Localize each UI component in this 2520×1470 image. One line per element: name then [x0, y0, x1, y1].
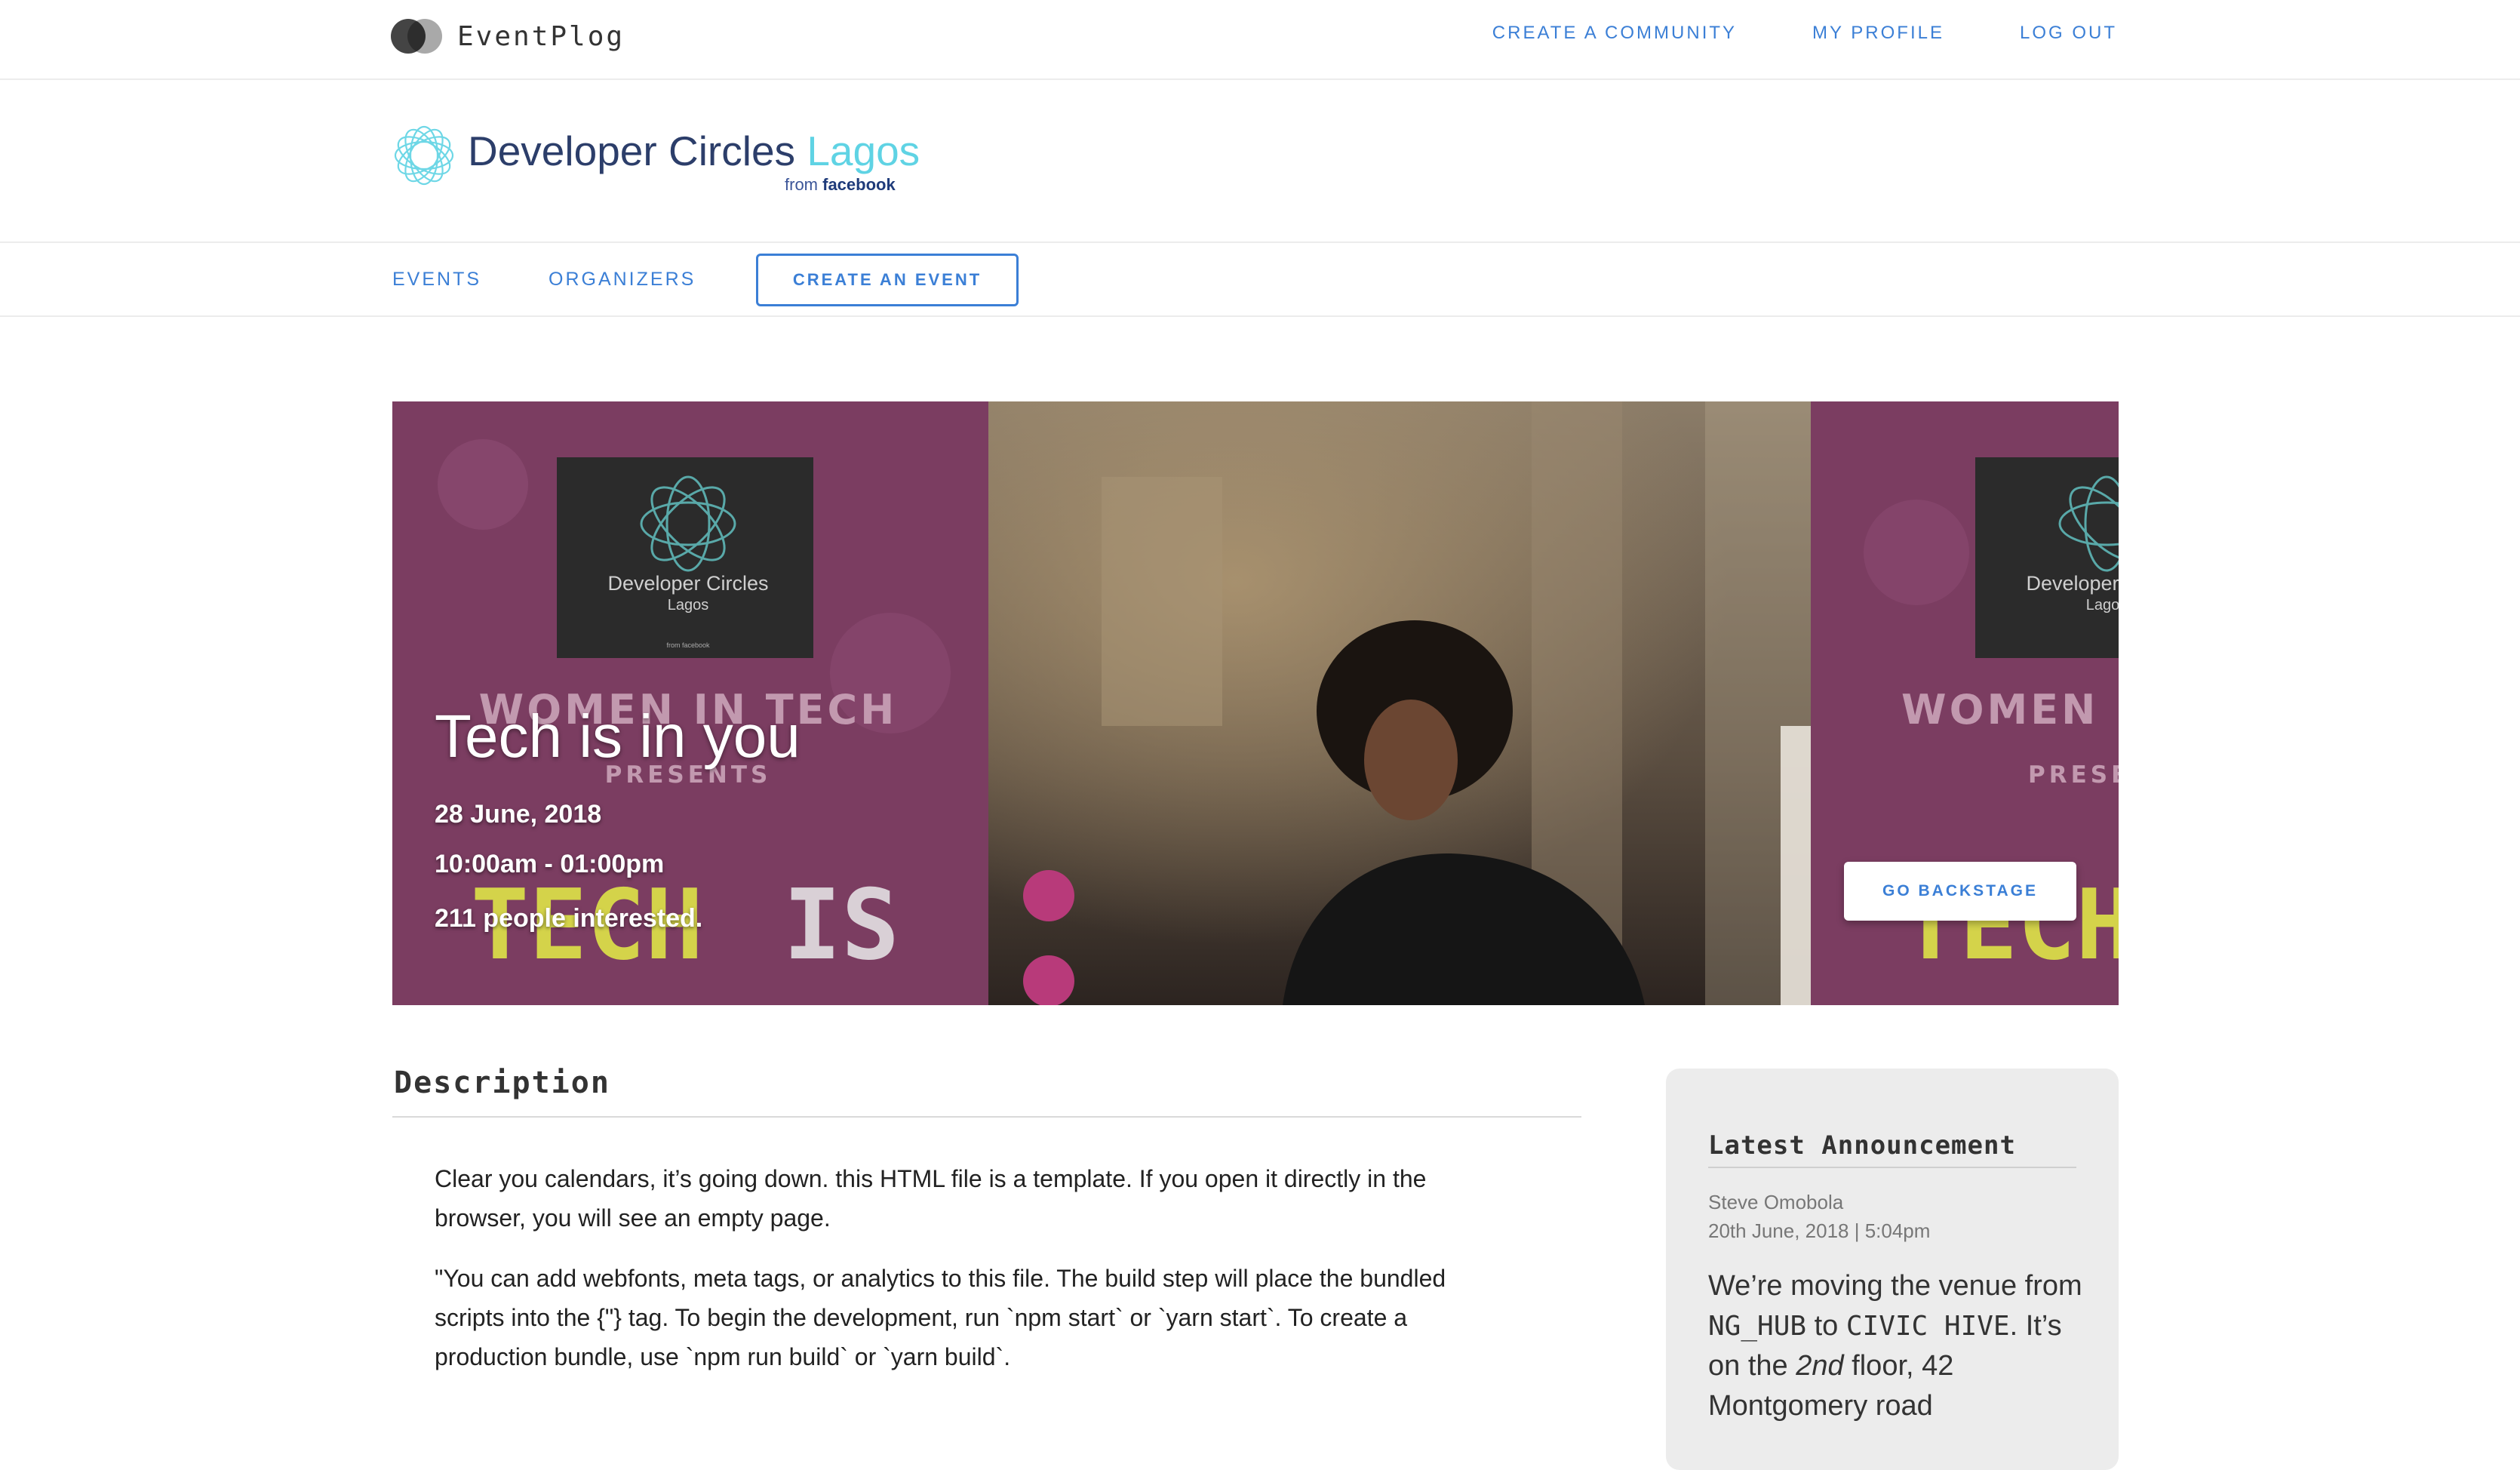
event-title: Tech is in you [435, 703, 801, 770]
create-community-link[interactable]: CREATE A COMMUNITY [1492, 23, 1737, 44]
poster-logo-from: from facebook [666, 641, 710, 649]
top-bar: EventPlog CREATE A COMMUNITY MY PROFILE … [0, 0, 2520, 80]
message-emphasis: 2nd [1796, 1350, 1844, 1382]
announcement-date: 20th June, 2018 | 5:04pm [1708, 1219, 1931, 1242]
app-name: EventPlog [457, 20, 625, 52]
interested-count: 211 people interested. [435, 904, 703, 933]
poster-tagline-b: IS [783, 869, 899, 982]
description-paragraph: "You can add webfonts, meta tags, or ana… [435, 1265, 1446, 1370]
description-heading: Description [394, 1066, 610, 1100]
right-poster-presents: PRESE [2028, 761, 2119, 789]
announcement-divider [1708, 1167, 2076, 1168]
event-date: 28 June, 2018 [435, 800, 602, 829]
community-from: from facebook [785, 175, 896, 195]
app-brand[interactable]: EventPlog [391, 15, 625, 57]
from-label: from [785, 175, 818, 194]
poster-logo-title: Developer Circles [607, 572, 768, 595]
message-code-venue-old: NG_HUB [1708, 1311, 1807, 1342]
facebook-brand: facebook [822, 175, 896, 194]
announcement-message: We’re moving the venue from NG_HUB to CI… [1708, 1266, 2101, 1426]
my-profile-link[interactable]: MY PROFILE [1812, 23, 1944, 44]
event-hero: Developer Circles Lagos from facebook WO… [392, 401, 2119, 1005]
community-name: Developer Circles [468, 128, 796, 174]
community-nav: EVENTS ORGANIZERS CREATE AN EVENT [0, 243, 2520, 317]
log-out-link[interactable]: LOG OUT [2020, 23, 2117, 44]
announcement-author: Steve Omobola [1708, 1191, 1844, 1213]
announcement-card: Latest Announcement Steve Omobola 20th J… [1666, 1069, 2119, 1470]
tab-organizers[interactable]: ORGANIZERS [549, 269, 696, 291]
event-time: 10:00am - 01:00pm [435, 850, 665, 878]
right-poster-logo-city: Lagos [2086, 597, 2119, 614]
community-city: Lagos [807, 128, 920, 174]
community-title: Developer Circles Lagos [468, 127, 920, 175]
poster-logo-city: Lagos [668, 597, 709, 614]
tab-events[interactable]: EVENTS [392, 269, 481, 291]
right-poster-headline: WOMEN I [1901, 686, 2119, 733]
message-code-venue-new: CIVIC HIVE [1845, 1311, 2010, 1342]
developer-circles-logo-icon [394, 125, 454, 186]
create-event-button[interactable]: CREATE AN EVENT [756, 254, 1019, 306]
description-paragraph: Clear you calendars, it’s going down. th… [435, 1165, 1427, 1232]
description-divider [392, 1116, 1581, 1118]
eventplog-logo-icon [391, 17, 444, 55]
go-backstage-button[interactable]: GO BACKSTAGE [1844, 862, 2076, 921]
community-header: Developer Circles Lagos from facebook [0, 80, 2520, 243]
description-body: Clear you calendars, it’s going down. th… [435, 1159, 1506, 1398]
message-text: We’re moving the venue from [1708, 1270, 2082, 1302]
announcement-heading: Latest Announcement [1708, 1130, 2016, 1161]
top-nav: CREATE A COMMUNITY MY PROFILE LOG OUT [1492, 23, 2117, 44]
right-poster-logo-title: Developer Circles [2026, 572, 2119, 595]
message-text: to [1806, 1310, 1846, 1342]
